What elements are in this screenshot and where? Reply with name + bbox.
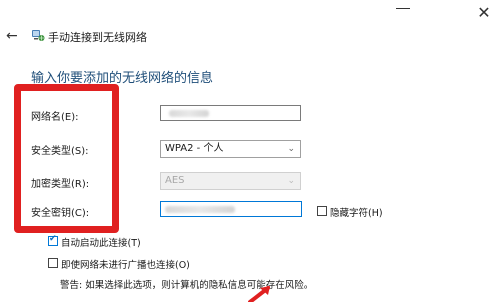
- encryption-type-value: AES: [165, 175, 185, 186]
- auto-connect-checkbox[interactable]: ✔: [48, 234, 58, 246]
- connect-hidden-network-label: 即使网络未进行广播也连接(O): [61, 260, 190, 271]
- hide-characters-checkbox[interactable]: [317, 206, 327, 216]
- connect-hidden-network-checkbox[interactable]: [48, 258, 58, 268]
- back-button[interactable]: ←: [6, 28, 18, 44]
- security-type-value: WPA2 - 个人: [165, 143, 224, 154]
- privacy-warning-text: 警告: 如果选择此选项，则计算机的隐私信息可能存在风险。: [60, 280, 314, 291]
- network-name-input[interactable]: [160, 105, 301, 121]
- checkmark-icon: ✔: [49, 234, 57, 244]
- back-arrow-icon: ←: [6, 28, 18, 44]
- close-icon: ✕: [477, 2, 491, 22]
- network-globe-icon: [32, 30, 45, 41]
- chevron-down-icon: ⌄: [287, 176, 295, 186]
- close-button[interactable]: ✕: [468, 0, 500, 24]
- hide-characters-label: 隐藏字符(H): [330, 208, 383, 219]
- obscured-text: [165, 206, 235, 213]
- obscured-text: [169, 110, 209, 117]
- window-title: 手动连接到无线网络: [48, 31, 147, 44]
- auto-connect-label: 自动启动此连接(T): [61, 238, 141, 249]
- minimize-button[interactable]: [396, 8, 410, 9]
- annotation-highlight-frame: [14, 84, 119, 233]
- security-key-input[interactable]: [160, 201, 302, 217]
- encryption-type-select[interactable]: AES ⌄: [160, 172, 301, 190]
- security-type-select[interactable]: WPA2 - 个人 ⌄: [160, 140, 301, 158]
- chevron-down-icon: ⌄: [287, 144, 295, 154]
